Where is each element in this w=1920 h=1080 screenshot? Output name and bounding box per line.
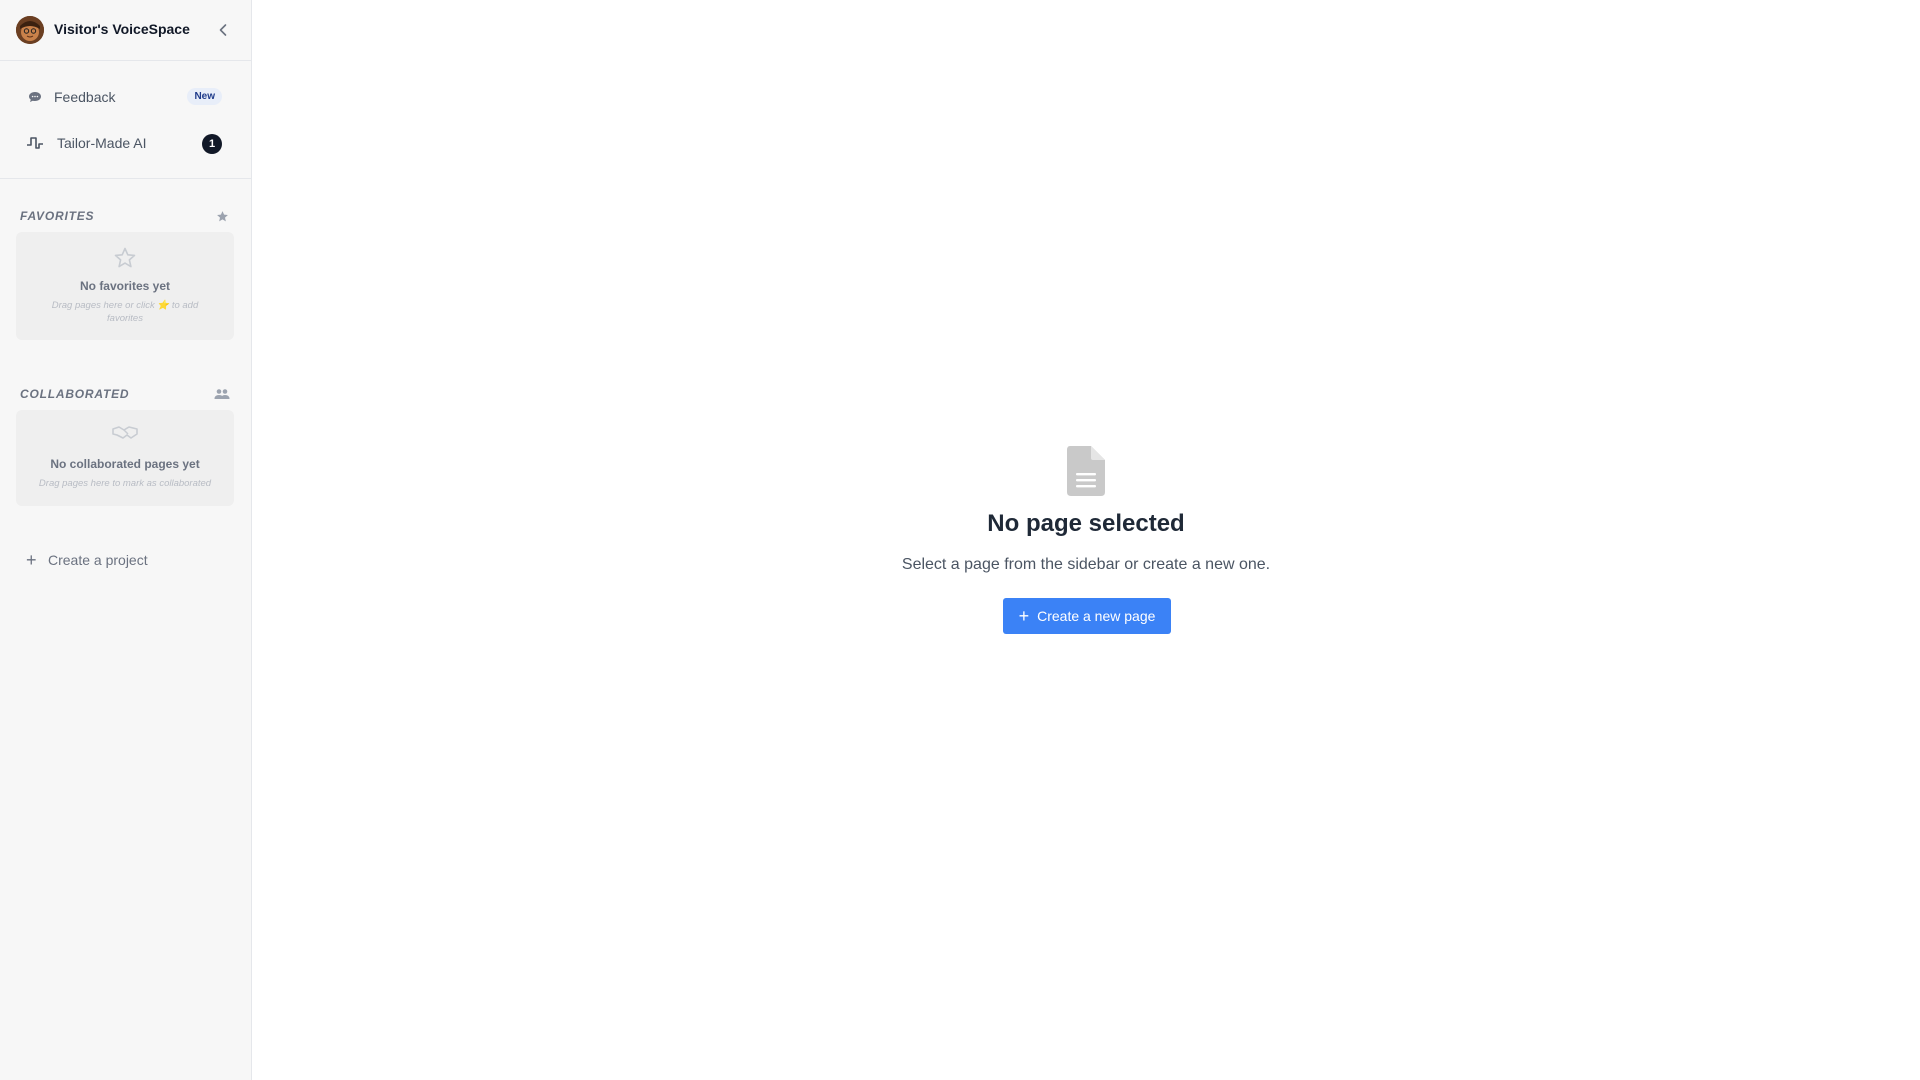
empty-state-title: No page selected [987, 510, 1185, 537]
favorites-empty-state: No favorites yet Drag pages here or clic… [16, 232, 234, 340]
empty-state-subtitle: Select a page from the sidebar or create… [901, 556, 1271, 573]
avatar[interactable] [16, 16, 44, 44]
sidebar-item-feedback[interactable]: Feedback New [16, 79, 236, 115]
no-page-empty-state: No page selected Select a page from the … [252, 0, 1920, 1080]
collaborated-empty-title: No collaborated pages yet [50, 457, 200, 471]
create-project-button[interactable]: + Create a project [26, 548, 226, 572]
collaborated-empty-state: No collaborated pages yet Drag pages her… [16, 410, 234, 506]
create-new-page-label: Create a new page [1037, 608, 1156, 624]
notification-count-badge: 1 [202, 134, 222, 154]
new-badge: New [187, 88, 222, 105]
favorites-empty-hint: Drag pages here or click ⭐ to add favori… [51, 300, 199, 324]
sidebar-item-label: Tailor-Made AI [57, 135, 147, 151]
favorites-empty-title: No favorites yet [79, 279, 171, 293]
collaborated-section-title: COLLABORATED [20, 387, 130, 401]
create-project-label: Create a project [48, 552, 148, 568]
handshake-icon [16, 424, 234, 442]
document-icon [1067, 446, 1105, 496]
plus-icon: + [26, 550, 37, 570]
sidebar-header: Visitor's VoiceSpace [0, 0, 252, 61]
plus-icon: + [1018, 606, 1030, 626]
sidebar-nav: Feedback New Tailor-Made AI 1 [0, 61, 252, 179]
sidebar-item-tailor-made-ai[interactable]: Tailor-Made AI 1 [16, 125, 236, 161]
favorites-section-title: FAVORITES [20, 209, 95, 223]
workspace-name[interactable]: Visitor's VoiceSpace [54, 21, 190, 37]
chevron-left-icon [219, 24, 227, 36]
chat-bubble-icon [26, 88, 44, 106]
main-content: No page selected Select a page from the … [252, 0, 1920, 1080]
users-icon[interactable] [214, 386, 230, 402]
pulse-icon [26, 134, 44, 152]
create-new-page-button[interactable]: + Create a new page [1003, 598, 1171, 634]
star-outline-icon [16, 246, 234, 270]
sidebar: Visitor's VoiceSpace Feedback New Tailor… [0, 0, 252, 1080]
sidebar-item-label: Feedback [54, 89, 116, 105]
collaborated-empty-hint: Drag pages here to mark as collaborated [38, 478, 212, 489]
star-icon[interactable] [214, 208, 230, 224]
app-root: Visitor's VoiceSpace Feedback New Tailor… [0, 0, 1920, 1080]
collapse-sidebar-button[interactable] [214, 20, 232, 40]
